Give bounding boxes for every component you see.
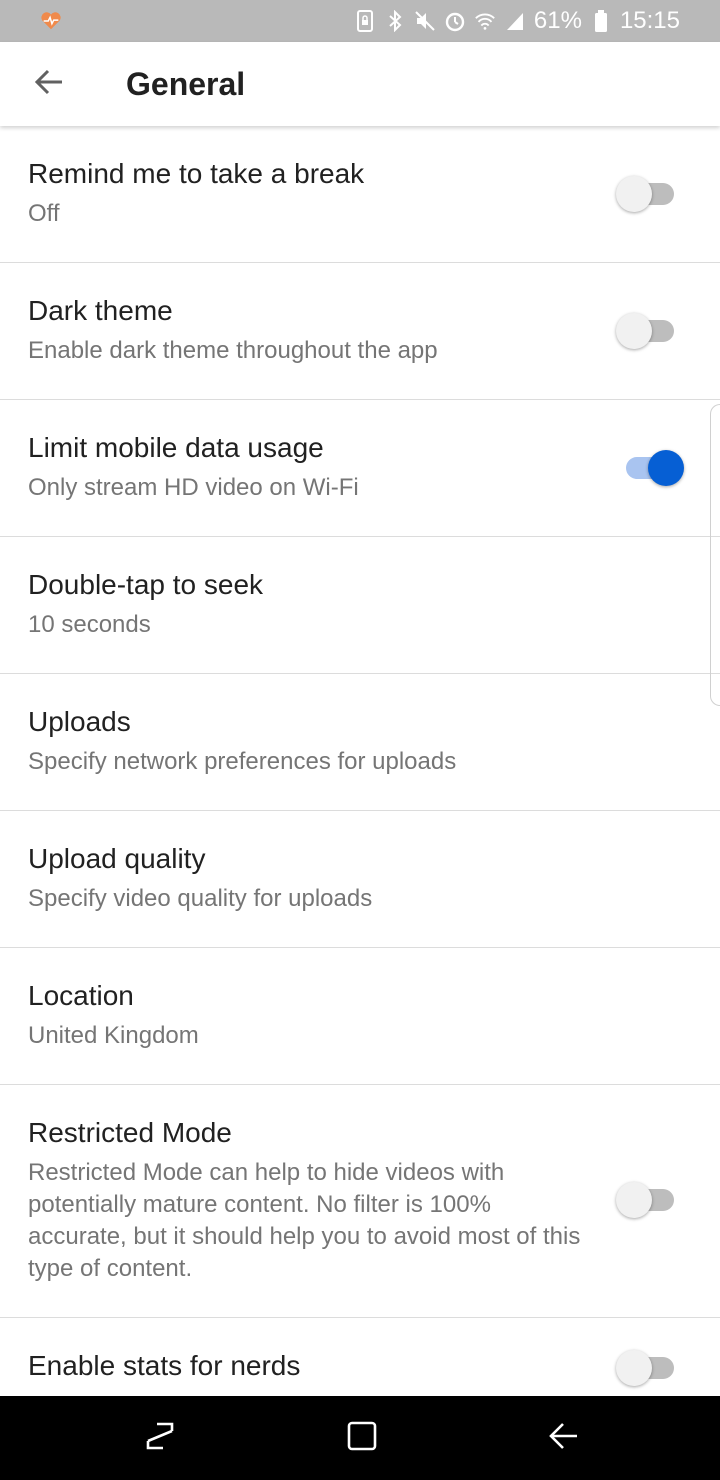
dark-theme-toggle[interactable] <box>616 311 684 351</box>
setting-subtitle: Off <box>28 200 60 227</box>
setting-row-location[interactable]: Location United Kingdom <box>0 948 720 1085</box>
home-icon <box>346 1420 378 1457</box>
setting-title: Dark theme <box>28 295 173 326</box>
back-button[interactable] <box>21 56 77 112</box>
setting-row-break-reminder[interactable]: Remind me to take a break Off <box>0 126 720 263</box>
setting-subtitle: Restricted Mode can help to hide videos … <box>28 1159 581 1282</box>
recents-button[interactable] <box>138 1416 182 1460</box>
arrow-back-icon <box>34 69 64 100</box>
setting-row-uploads[interactable]: Uploads Specify network preferences for … <box>0 674 720 811</box>
setting-title: Restricted Mode <box>28 1117 232 1148</box>
bluetooth-icon <box>384 10 406 32</box>
limit-mobile-data-toggle[interactable] <box>616 448 684 488</box>
back-icon <box>547 1419 581 1458</box>
setting-row-dark-theme[interactable]: Dark theme Enable dark theme throughout … <box>0 263 720 400</box>
health-heart-icon <box>40 10 62 32</box>
setting-subtitle: Specify video quality for uploads <box>28 885 373 912</box>
setting-row-limit-mobile-data[interactable]: Limit mobile data usage Only stream HD v… <box>0 400 720 537</box>
setting-row-restricted-mode[interactable]: Restricted Mode Restricted Mode can help… <box>0 1085 720 1318</box>
stats-for-nerds-toggle[interactable] <box>616 1348 684 1388</box>
back-nav-button[interactable] <box>542 1416 586 1460</box>
alarm-icon <box>444 10 466 32</box>
home-button[interactable] <box>340 1416 384 1460</box>
screen-lock-icon <box>354 10 376 32</box>
page-title: General <box>126 65 246 102</box>
setting-title: Upload quality <box>28 843 206 874</box>
edge-panel-handle[interactable] <box>710 404 720 706</box>
app-bar: General <box>0 42 720 126</box>
mute-icon <box>414 10 436 32</box>
wifi-icon <box>474 10 496 32</box>
settings-list[interactable]: Remind me to take a break Off Dark theme… <box>0 126 720 1396</box>
setting-row-double-tap-seek[interactable]: Double-tap to seek 10 seconds <box>0 537 720 674</box>
setting-subtitle: Specify network preferences for uploads <box>28 748 457 775</box>
setting-title: Uploads <box>28 706 131 737</box>
setting-subtitle: United Kingdom <box>28 1022 199 1049</box>
battery-percent: 61% <box>533 7 582 34</box>
battery-icon <box>590 10 612 32</box>
setting-subtitle: Enable dark theme throughout the app <box>28 337 438 364</box>
setting-row-upload-quality[interactable]: Upload quality Specify video quality for… <box>0 811 720 948</box>
setting-subtitle: 10 seconds <box>28 611 151 638</box>
recents-icon <box>143 1419 177 1458</box>
break-reminder-toggle[interactable] <box>616 174 684 214</box>
setting-title: Remind me to take a break <box>28 158 365 189</box>
signal-icon <box>504 10 526 32</box>
setting-row-stats-for-nerds[interactable]: Enable stats for nerds <box>0 1318 720 1396</box>
setting-title: Limit mobile data usage <box>28 432 324 463</box>
setting-title: Double-tap to seek <box>28 569 264 600</box>
system-nav-bar <box>0 1396 720 1480</box>
setting-subtitle: Only stream HD video on Wi-Fi <box>28 474 359 501</box>
status-bar: 61% 15:15 <box>0 0 720 42</box>
restricted-mode-toggle[interactable] <box>616 1180 684 1220</box>
setting-title: Enable stats for nerds <box>28 1350 301 1381</box>
status-time: 15:15 <box>619 7 680 34</box>
setting-title: Location <box>28 980 134 1011</box>
